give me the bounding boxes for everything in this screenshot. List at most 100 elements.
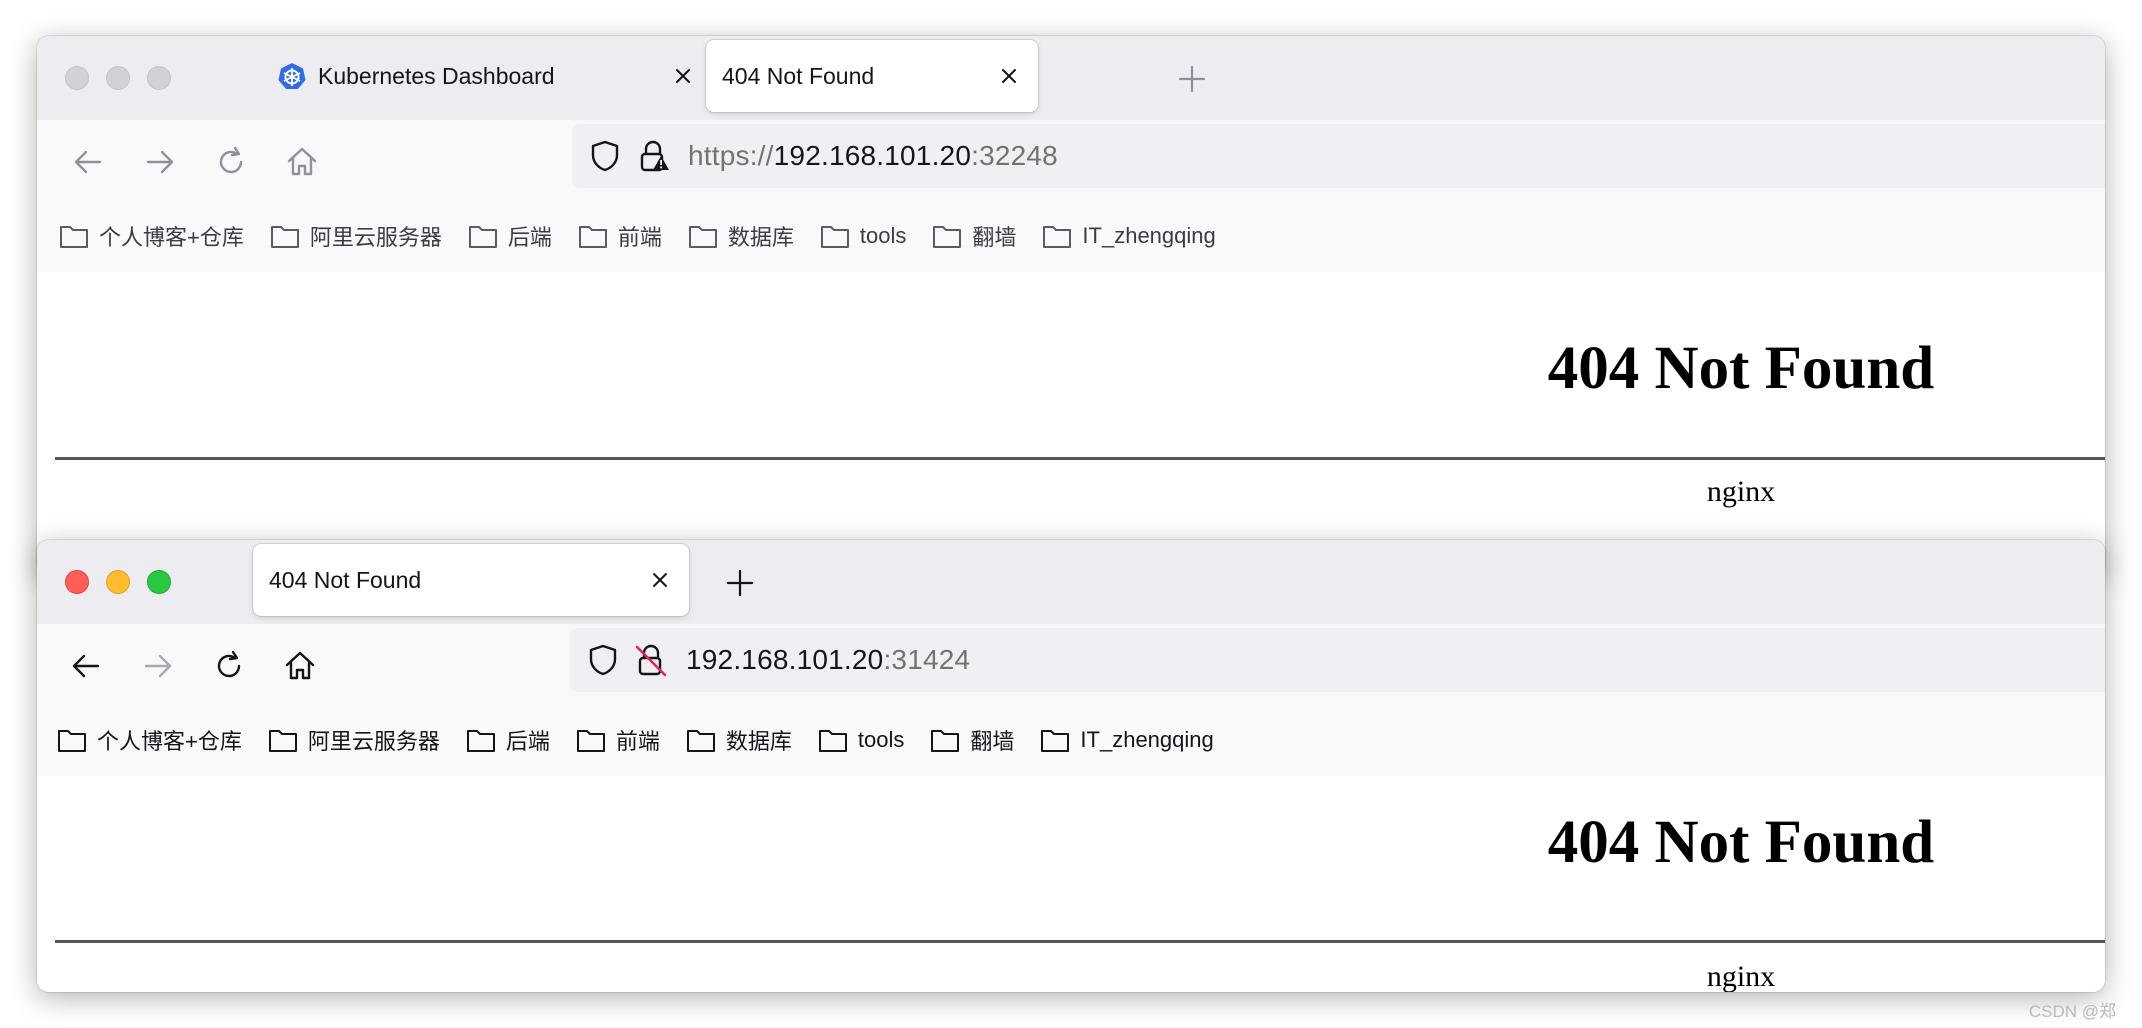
close-window-button[interactable] (65, 66, 89, 90)
bookmark-label: tools (857, 727, 905, 752)
window-controls (65, 570, 171, 594)
forward-arrow-icon[interactable] (141, 143, 179, 181)
bookmark-label: 阿里云服务器 (307, 729, 440, 754)
folder-icon (468, 226, 497, 248)
navigation-toolbar: 192.168.101.20:31424 (37, 624, 2105, 708)
url-port: :31424 (883, 644, 971, 675)
folder-icon (270, 226, 299, 248)
bookmark-label: 个人博客+仓库 (99, 225, 244, 250)
folder-icon (818, 730, 847, 752)
bookmark-folder[interactable]: 数据库 (688, 220, 794, 252)
page-content: 404 Not Found nginx (37, 272, 2105, 576)
tab-kubernetes-dashboard[interactable]: Kubernetes Dashboard (262, 40, 712, 112)
bookmark-label: 前端 (617, 225, 662, 250)
tab-title: 404 Not Found (269, 566, 422, 593)
horizontal-rule (55, 457, 2105, 460)
browser-window-back: Kubernetes Dashboard 404 Not Found https… (37, 36, 2105, 576)
close-tab-icon[interactable] (647, 567, 673, 593)
tab-bar: Kubernetes Dashboard 404 Not Found (37, 36, 2105, 120)
bookmark-label: 阿里云服务器 (309, 225, 442, 250)
folder-icon (268, 730, 297, 752)
bookmark-folder[interactable]: 后端 (466, 724, 550, 756)
bookmark-label: 翻墙 (972, 225, 1017, 250)
folder-icon (58, 730, 86, 752)
bookmark-folder[interactable]: IT_zhengqing (1042, 220, 1216, 252)
folder-icon (466, 730, 495, 752)
bookmark-folder[interactable]: IT_zhengqing (1040, 724, 1214, 756)
bookmark-label: 翻墙 (970, 729, 1015, 754)
url-text: https://192.168.101.20:32248 (688, 140, 1058, 172)
browser-window-front: 404 Not Found 192.168.101.20:31424 个人博客+… (37, 540, 2105, 992)
bookmark-label: 前端 (615, 729, 660, 754)
bookmark-label: 后端 (505, 729, 550, 754)
bookmark-label: 后端 (507, 225, 552, 250)
tracking-protection-shield-icon[interactable] (588, 139, 622, 173)
bookmark-folder[interactable]: 阿里云服务器 (270, 220, 442, 252)
tab-title: 404 Not Found (722, 62, 875, 89)
tab-title: Kubernetes Dashboard (318, 62, 555, 89)
tab-bar: 404 Not Found (37, 540, 2105, 624)
home-icon[interactable] (281, 647, 319, 685)
tab-404-not-found[interactable]: 404 Not Found (253, 544, 689, 616)
watermark: CSDN @郑 (2028, 1002, 2116, 1021)
bookmark-folder[interactable]: 数据库 (686, 724, 792, 756)
close-window-button[interactable] (65, 570, 89, 594)
tab-404-not-found[interactable]: 404 Not Found (706, 40, 1038, 112)
home-icon[interactable] (283, 143, 321, 181)
url-host: 192.168.101.20 (773, 140, 972, 171)
error-heading: 404 Not Found (1547, 335, 1935, 402)
bookmark-folder[interactable]: tools (818, 724, 904, 756)
reload-icon[interactable] (210, 647, 248, 685)
minimize-window-button[interactable] (106, 570, 130, 594)
insecure-lock-icon[interactable] (634, 643, 668, 677)
server-name: nginx (1706, 960, 1776, 992)
url-text: 192.168.101.20:31424 (686, 644, 970, 676)
bookmark-label: 数据库 (727, 225, 794, 250)
error-heading: 404 Not Found (1547, 809, 1935, 876)
server-name: nginx (1706, 475, 1776, 508)
tracking-protection-shield-icon[interactable] (586, 643, 620, 677)
page-content: 404 Not Found nginx (37, 776, 2105, 992)
bookmark-folder[interactable]: 前端 (576, 724, 660, 756)
bookmark-folder[interactable]: tools (820, 220, 906, 252)
close-tab-icon[interactable] (996, 63, 1022, 89)
url-port: :32248 (971, 140, 1058, 171)
close-tab-icon[interactable] (670, 63, 696, 89)
folder-icon (820, 226, 849, 248)
bookmark-label: 个人博客+仓库 (97, 729, 242, 754)
bookmark-folder[interactable]: 个人博客+仓库 (59, 220, 244, 252)
zoom-window-button[interactable] (147, 570, 171, 594)
address-bar[interactable]: https://192.168.101.20:32248 (572, 124, 2105, 188)
folder-icon (578, 226, 607, 248)
bookmark-folder[interactable]: 翻墙 (932, 220, 1016, 252)
bookmark-label: 数据库 (725, 729, 792, 754)
bookmark-label: IT_zhengqing (1082, 223, 1216, 248)
back-arrow-icon[interactable] (69, 143, 107, 181)
minimize-window-button[interactable] (106, 66, 130, 90)
bookmark-folder[interactable]: 后端 (468, 220, 552, 252)
navigation-toolbar: https://192.168.101.20:32248 (37, 120, 2105, 204)
reload-icon[interactable] (212, 143, 250, 181)
window-controls (65, 66, 171, 90)
lock-warning-icon[interactable] (636, 139, 670, 173)
bookmark-label: IT_zhengqing (1080, 727, 1214, 752)
folder-icon (931, 730, 960, 752)
bookmark-folder[interactable]: 个人博客+仓库 (57, 724, 242, 756)
zoom-window-button[interactable] (147, 66, 171, 90)
bookmark-folder[interactable]: 阿里云服务器 (268, 724, 440, 756)
address-bar[interactable]: 192.168.101.20:31424 (570, 628, 2105, 692)
folder-icon (576, 730, 605, 752)
bookmarks-toolbar: 个人博客+仓库 阿里云服务器 后端 前端 数据库 tools 翻墙 IT_zhe… (37, 204, 2105, 274)
bookmark-folder[interactable]: 翻墙 (930, 724, 1014, 756)
bookmark-folder[interactable]: 前端 (578, 220, 662, 252)
folder-icon (1043, 226, 1072, 248)
new-tab-icon[interactable] (1177, 64, 1207, 94)
url-scheme: https:// (688, 140, 774, 171)
forward-arrow-icon[interactable] (139, 647, 177, 685)
bookmarks-toolbar: 个人博客+仓库 阿里云服务器 后端 前端 数据库 tools 翻墙 IT_zhe… (37, 708, 2105, 778)
back-arrow-icon[interactable] (67, 647, 105, 685)
new-tab-icon[interactable] (725, 568, 755, 598)
folder-icon (1041, 730, 1070, 752)
folder-icon (933, 226, 962, 248)
kubernetes-icon (278, 63, 306, 89)
